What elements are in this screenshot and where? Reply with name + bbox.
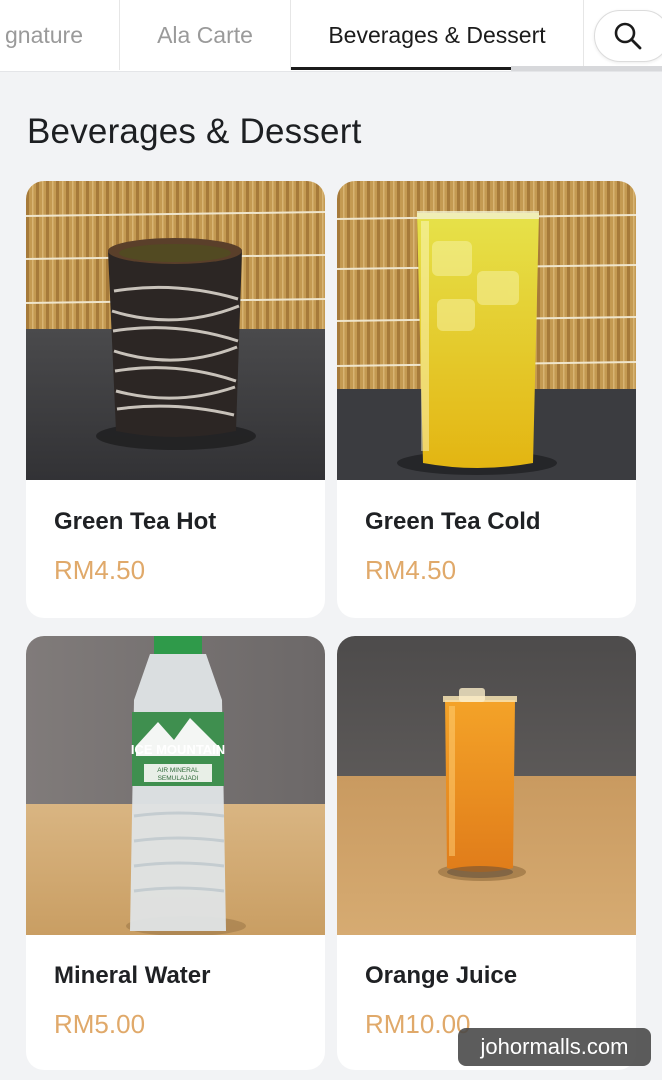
category-tab-bar: gnature Ala Carte Beverages & Dessert <box>0 0 662 72</box>
product-name: Mineral Water <box>54 962 211 989</box>
tab-label: Beverages & Dessert <box>328 21 546 48</box>
tab-scroll-indicator <box>511 66 662 71</box>
product-image-orange-juice <box>337 636 636 935</box>
active-tab-indicator <box>291 67 511 70</box>
product-price: RM4.50 <box>54 555 146 585</box>
product-price: RM4.50 <box>365 555 457 585</box>
product-card-green-tea-hot[interactable]: Green Tea Hot RM4.50 <box>26 181 325 618</box>
tab-label: gnature <box>4 21 83 48</box>
product-image-mineral-water: ICE MOUNTAIN AIR MINERAL SEMULAJADI <box>26 636 325 935</box>
section-title: Beverages & Dessert <box>27 112 362 151</box>
bottle-label-line2: SEMULAJADI <box>158 775 199 782</box>
tab-ala-carte[interactable]: Ala Carte <box>120 0 291 70</box>
product-card-orange-juice[interactable]: Orange Juice RM10.00 <box>337 636 636 1070</box>
tab-signature[interactable]: gnature <box>0 0 120 70</box>
product-card-mineral-water[interactable]: ICE MOUNTAIN AIR MINERAL SEMULAJADI Mine… <box>26 636 325 1070</box>
product-name: Green Tea Hot <box>54 508 217 535</box>
product-price: RM10.00 <box>365 1009 471 1039</box>
search-icon <box>614 22 642 50</box>
bottle-brand: ICE MOUNTAIN <box>131 742 225 757</box>
watermark: johormalls.com <box>458 1028 651 1066</box>
product-image-green-tea-hot <box>26 181 325 480</box>
product-name: Green Tea Cold <box>365 508 541 535</box>
product-card-green-tea-cold[interactable]: Green Tea Cold RM4.50 <box>337 181 636 618</box>
product-image-green-tea-cold <box>337 181 636 480</box>
bottle-label-line1: AIR MINERAL <box>157 767 199 774</box>
product-name: Orange Juice <box>365 962 518 989</box>
tab-beverages-dessert[interactable]: Beverages & Dessert <box>291 0 584 70</box>
tab-label: Ala Carte <box>157 21 253 48</box>
search-button[interactable] <box>594 10 662 62</box>
product-price: RM5.00 <box>54 1009 146 1039</box>
